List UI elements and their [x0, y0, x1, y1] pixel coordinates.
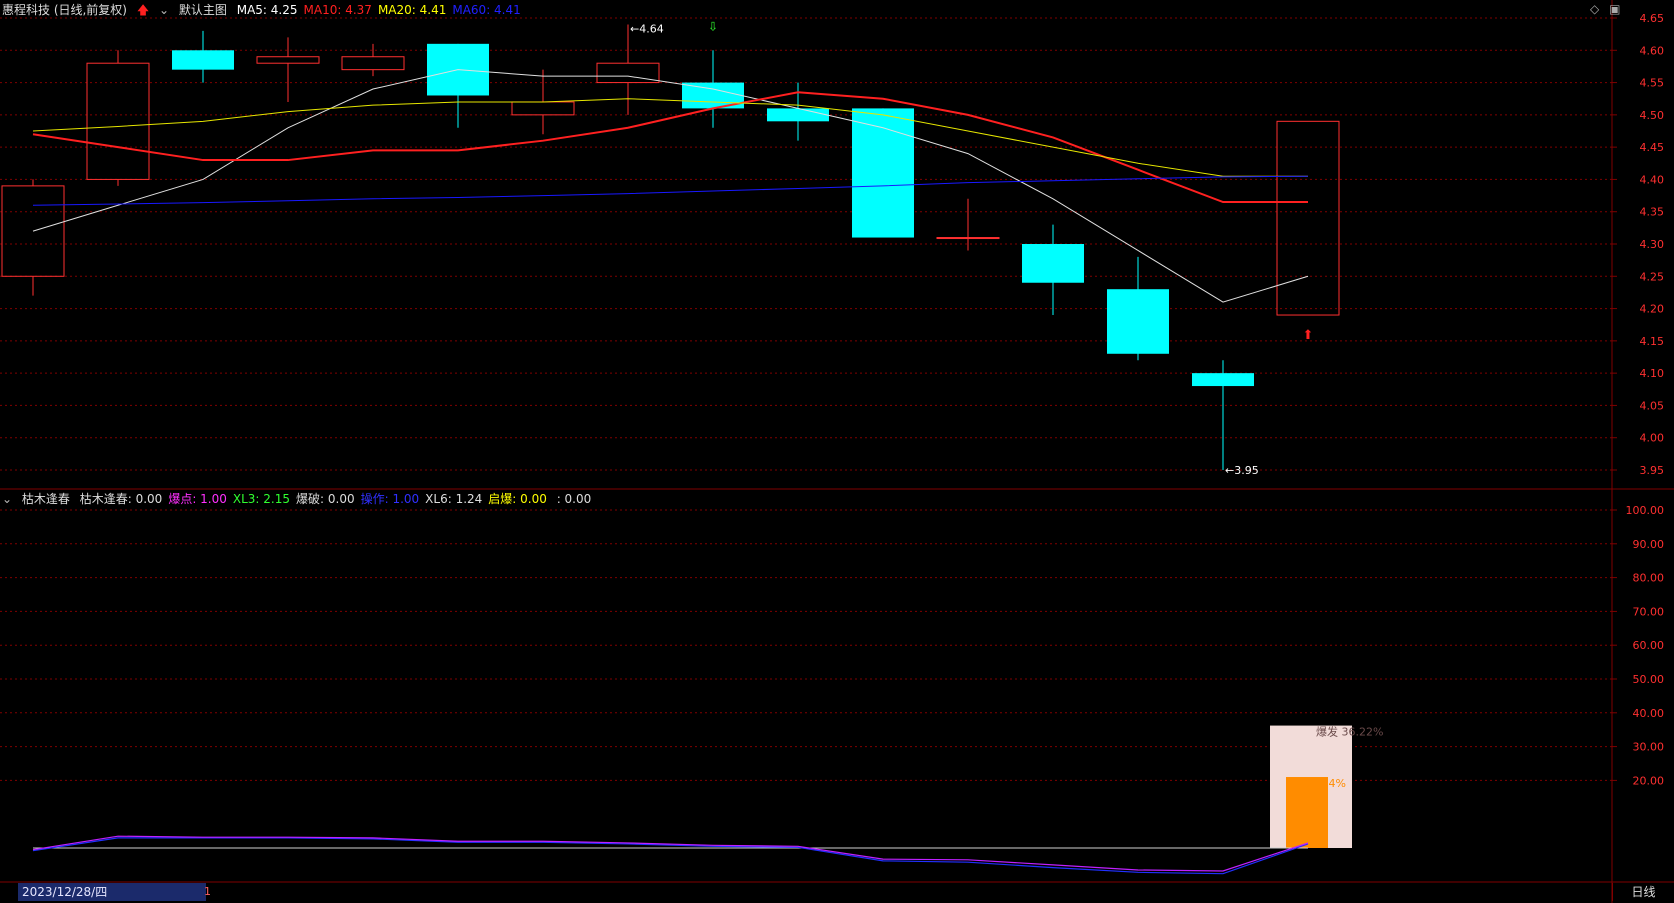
candle-body [1192, 373, 1254, 387]
stock-title[interactable]: 惠程科技 (日线,前复权) [2, 3, 127, 17]
red-up-arrow-icon: 🡅 [136, 3, 150, 17]
candle-body [767, 108, 829, 122]
circle-chevron-down-icon[interactable]: ⌄ [159, 1, 169, 19]
candle-body [256, 56, 320, 64]
candle-body [1022, 244, 1084, 283]
main-tick-label: 4.60 [1640, 44, 1665, 57]
indicator-purple-line [32, 835, 1309, 872]
main-tick-label: 4.05 [1640, 399, 1665, 412]
main-tick-label: 4.10 [1640, 367, 1665, 380]
ma-line-ma60 [32, 175, 1309, 206]
ma-label-0: MA5: 4.25 [236, 3, 298, 17]
main-tick-label: 4.20 [1640, 303, 1665, 316]
ma-label-3: MA60: 4.41 [452, 3, 521, 17]
main-tick-label: 4.50 [1640, 109, 1665, 122]
circle-chevron-down-icon[interactable]: ⌄ [2, 490, 12, 508]
corner-controls: ◇ ▣ [1584, 2, 1620, 16]
ma-label-1: MA10: 4.37 [303, 3, 372, 17]
indicator-bar-label-0: 爆发 36.22% [1316, 725, 1383, 739]
main-tick-label: 4.15 [1640, 335, 1665, 348]
red-up-arrow-icon: ⬆ [1303, 328, 1314, 343]
indicator-tick-label: 20.00 [1633, 774, 1665, 787]
main-tick-label: 4.25 [1640, 270, 1665, 283]
candle-body [86, 62, 150, 180]
main-tick-label: 4.35 [1640, 206, 1665, 219]
ma-label-2: MA20: 4.41 [377, 3, 447, 17]
chart-canvas[interactable]: 3.95 4.00 4.05 4.10 4.15 4.20 4.25 4.30 4.35 4.40… [0, 0, 1674, 903]
indicator-tick-label: 40.00 [1633, 707, 1665, 720]
date-readout: 2023/12/28/四 [18, 883, 206, 901]
candle-body [341, 56, 405, 71]
ma-line-ma20 [32, 98, 1308, 177]
indicator-label-4: 操作: 1.00 [360, 492, 420, 506]
period-tab[interactable]: 日线 [1612, 883, 1674, 901]
diamond-icon[interactable]: ◇ [1590, 2, 1599, 16]
main-chart-header: 惠程科技 (日线,前复权) 🡅 ⌄ 默认主图 MA5: 4.25 MA10: 4.… [2, 1, 533, 19]
maximize-icon[interactable]: ▣ [1609, 2, 1620, 16]
candle-body [1276, 120, 1340, 316]
candle-body [172, 50, 234, 70]
indicator-tick-label: 80.00 [1633, 572, 1665, 585]
main-tick-label: 4.40 [1640, 173, 1665, 186]
candle-body [1107, 289, 1169, 354]
indicator-label-5: XL6: 1.24 [425, 492, 483, 506]
indicator-legend: 枯木逢春: 0.00 爆点: 1.00 XL3: 2.15 爆破: 0.00 操作: 1… [80, 492, 598, 506]
main-tick-label: 4.45 [1640, 141, 1665, 154]
indicator-tick-label: 90.00 [1633, 538, 1665, 551]
indicator-tick-label: 60.00 [1633, 639, 1665, 652]
indicator-tick-label: 30.00 [1633, 741, 1665, 754]
indicator-tick-label: 100.00 [1626, 504, 1665, 517]
indicator-label-0: 枯木逢春: 0.00 [79, 492, 163, 506]
main-tick-label: 4.55 [1640, 77, 1665, 90]
main-tick-label: 3.95 [1640, 464, 1665, 477]
indicator-tick-label: 50.00 [1633, 673, 1665, 686]
ma-line-ma5 [32, 69, 1309, 303]
indicator-label-6: 启爆: 0.00 [488, 492, 547, 506]
candle-body [511, 101, 575, 116]
main-chart-name[interactable]: 默认主图 [179, 3, 227, 17]
indicator-label-7: : 0.00 [552, 492, 592, 506]
main-tick-label: 4.65 [1640, 12, 1665, 25]
indicator-label-3: 爆破: 0.00 [296, 492, 355, 506]
indicator-tick-label: 70.00 [1633, 605, 1665, 618]
indicator-label-2: XL3: 2.15 [232, 492, 291, 506]
indicator-name[interactable]: 枯木逢春 [22, 492, 70, 506]
indicator-bar-label-1: 60.64% [1304, 777, 1346, 790]
candle-body [936, 237, 1000, 240]
green-down-arrow-icon: ⇩ [708, 19, 718, 33]
indicator-label-1: 爆点: 1.00 [168, 492, 227, 506]
price-annotation-high: ←4.64 [630, 22, 664, 35]
cursor-mark: 1 [204, 885, 211, 898]
ma-legend: MA5: 4.25 MA10: 4.37 MA20: 4.41 MA60: 4.41 [237, 3, 527, 17]
main-tick-label: 4.30 [1640, 238, 1665, 251]
indicator-header: ⌄ 枯木逢春 枯木逢春: 0.00 爆点: 1.00 XL3: 2.15 爆破: 0.… [2, 490, 603, 508]
price-annotation-low: ←3.95 [1225, 464, 1259, 477]
main-tick-label: 4.00 [1640, 432, 1665, 445]
